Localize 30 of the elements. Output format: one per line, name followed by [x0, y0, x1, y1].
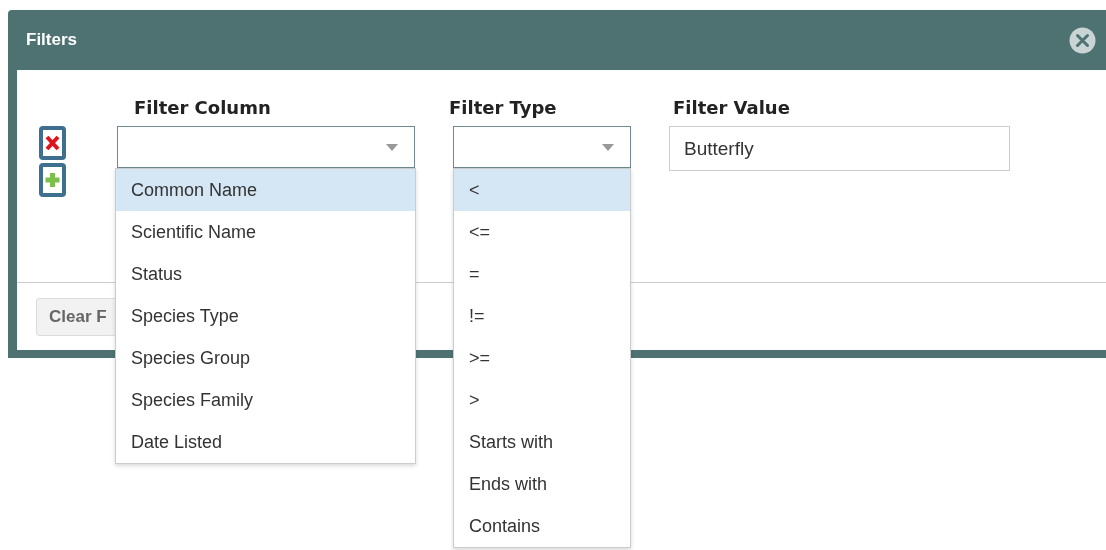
select-field[interactable]: [453, 126, 631, 168]
dropdown-option[interactable]: !=: [454, 295, 630, 337]
select-field[interactable]: [117, 126, 415, 168]
dropdown-option[interactable]: Common Name: [116, 169, 415, 211]
dropdown-option[interactable]: <=: [454, 211, 630, 253]
close-icon[interactable]: [1069, 26, 1096, 54]
dropdown-option[interactable]: <: [454, 169, 630, 211]
dropdown-option[interactable]: Date Listed: [116, 421, 415, 463]
dropdown-option[interactable]: Scientific Name: [116, 211, 415, 253]
field-label: Filter Value: [672, 96, 791, 120]
dropdown-option[interactable]: Species Type: [116, 295, 415, 337]
field-label: Filter Type: [449, 96, 558, 120]
dropdown-option[interactable]: Species Group: [116, 337, 415, 379]
remove-filter-button[interactable]: [39, 126, 66, 160]
add-filter-button[interactable]: [39, 163, 66, 197]
dropdown-option[interactable]: Species Family: [116, 379, 415, 421]
dropdown-option[interactable]: Contains: [454, 505, 630, 547]
caret-icon: [602, 143, 614, 151]
dropdown-option[interactable]: >=: [454, 337, 630, 379]
field-label: Filter Column: [133, 96, 272, 120]
dropdown-option[interactable]: Status: [116, 253, 415, 295]
dropdown-option[interactable]: =: [454, 253, 630, 295]
dialog-title: Filters: [26, 29, 78, 52]
delete-icon: [43, 130, 62, 156]
caret-icon: [386, 143, 398, 151]
dropdown-option[interactable]: Ends with: [454, 463, 630, 505]
dropdown-option[interactable]: Starts with: [454, 421, 630, 463]
dropdown-option[interactable]: >: [454, 379, 630, 421]
value-field[interactable]: Butterfly: [669, 126, 1010, 171]
plus-icon: [43, 167, 62, 193]
